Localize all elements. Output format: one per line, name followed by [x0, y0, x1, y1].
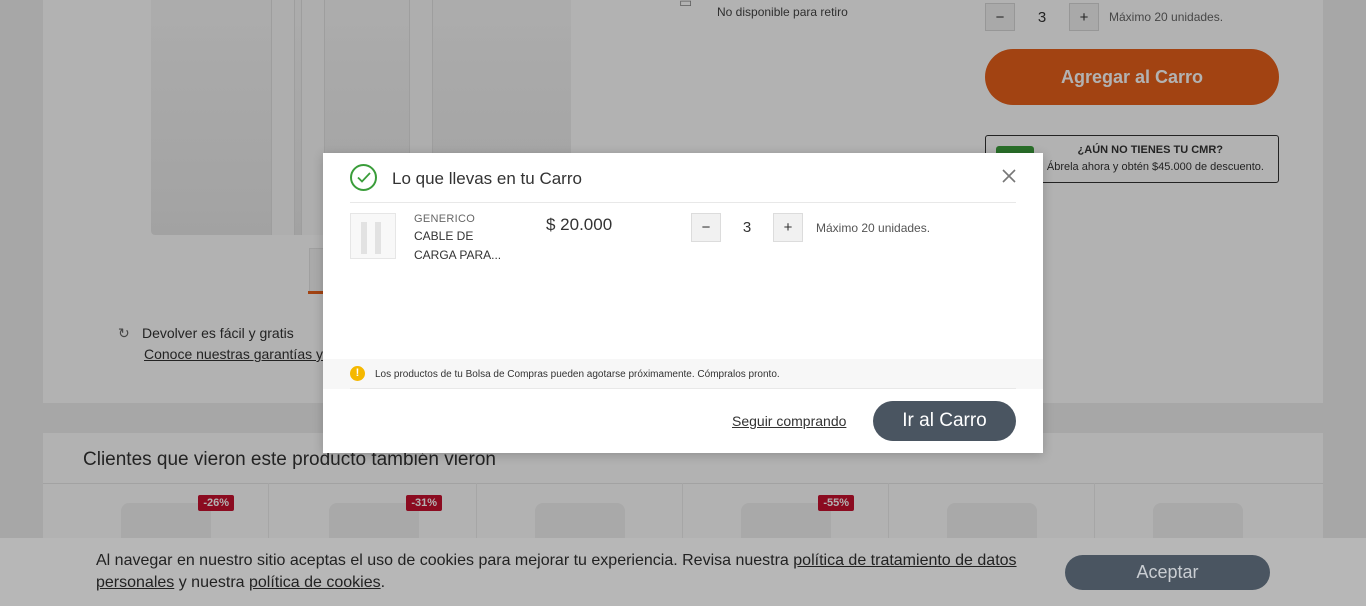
cart-item-name: CABLE DE CARGA PARA... [414, 229, 502, 262]
quantity-value: 3 [742, 219, 752, 236]
cart-modal: Lo que llevas en tu Carro GENERICO CABLE… [323, 153, 1043, 453]
quantity-stepper: − 3 + Máximo 20 unidades. [691, 213, 930, 242]
stock-warning: ! Los productos de tu Bolsa de Compras p… [323, 359, 1043, 389]
cart-item-image [350, 213, 396, 259]
cart-item-price: $ 20.000 [546, 215, 613, 234]
accept-cookies-button[interactable]: Aceptar [1065, 555, 1270, 590]
continue-shopping-link[interactable]: Seguir comprando [732, 413, 846, 429]
cookie-text-part: y nuestra [174, 574, 249, 591]
stock-warning-text: Los productos de tu Bolsa de Compras pue… [375, 369, 780, 380]
max-units-label: Máximo 20 unidades. [816, 220, 931, 235]
cookie-text: Al navegar en nuestro sitio aceptas el u… [96, 550, 1036, 594]
check-circle-icon [350, 164, 377, 191]
cart-item-brand: GENERICO [414, 213, 476, 225]
cookie-banner: Al navegar en nuestro sitio aceptas el u… [0, 538, 1366, 606]
cookie-policy-link[interactable]: política de cookies [249, 574, 381, 591]
warning-icon: ! [350, 366, 365, 381]
increase-quantity-button[interactable]: + [773, 213, 803, 242]
cookie-text-part: . [380, 574, 386, 591]
cookie-text-part: Al navegar en nuestro sitio aceptas el u… [96, 552, 794, 569]
modal-title: Lo que llevas en tu Carro [392, 169, 582, 188]
close-icon[interactable] [1000, 167, 1018, 185]
modal-header: Lo que llevas en tu Carro [350, 153, 1016, 203]
decrease-quantity-button[interactable]: − [691, 213, 721, 242]
go-to-cart-button[interactable]: Ir al Carro [873, 401, 1016, 441]
